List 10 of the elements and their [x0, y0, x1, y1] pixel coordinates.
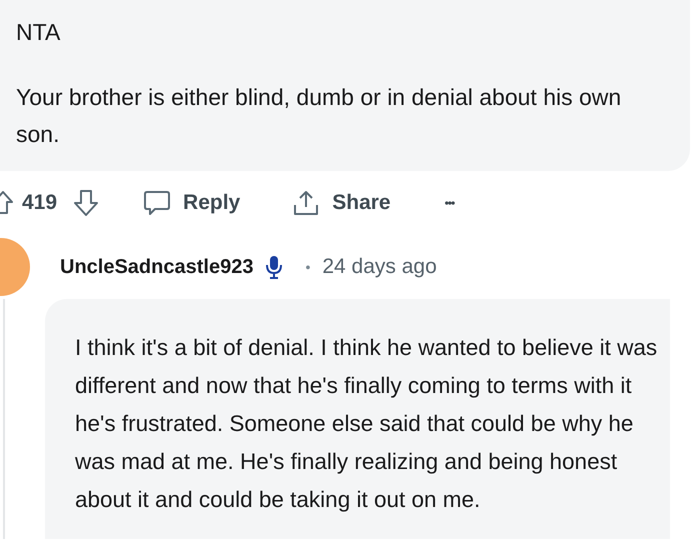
- comment-text: Your brother is either blind, dumb or in denial about his own son.: [16, 83, 622, 149]
- timestamp: 24 days ago: [322, 255, 437, 279]
- separator-dot: •: [305, 259, 310, 275]
- username[interactable]: UncleSadncastle923: [60, 256, 254, 278]
- reply-text: I think it's a bit of denial. I think he wanted to believe it was different and now that he's finally coming to terms with it he's frustrated. Someone else said that could be why he was mad at me. He's finally realizing and being honest about it and could be taking it out on me.: [75, 334, 658, 514]
- comment-text: NTA: [16, 18, 62, 47]
- more-button[interactable]: •••: [444, 196, 454, 210]
- reply-button[interactable]: Reply: [143, 189, 240, 217]
- share-button[interactable]: Share: [292, 189, 391, 217]
- vote-count: 419: [22, 191, 58, 215]
